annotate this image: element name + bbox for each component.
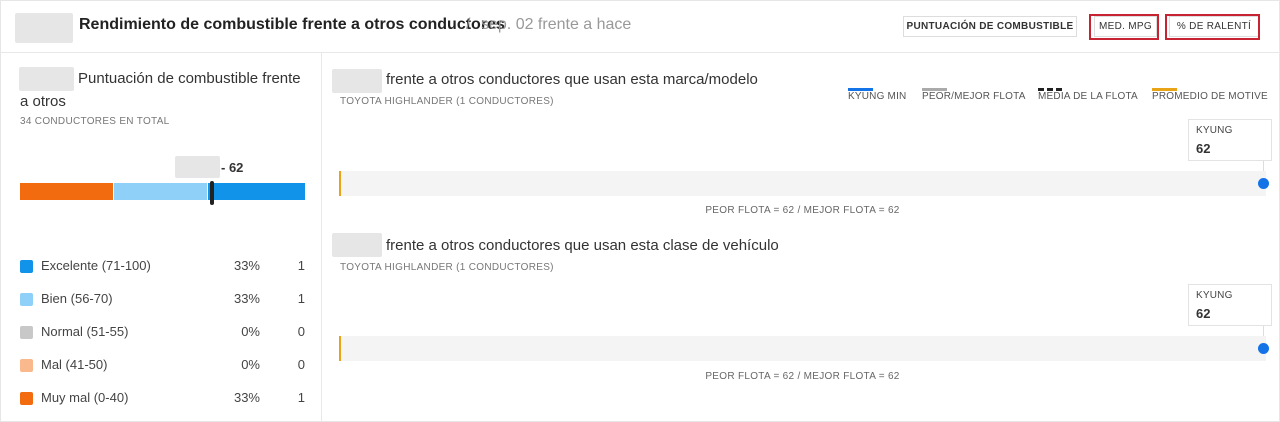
comparison-track bbox=[339, 336, 1266, 361]
fuel-score-summary: Puntuación de combustible frente a otros… bbox=[1, 53, 322, 422]
legend-text: MEDIA DE LA FLOTA bbox=[1038, 91, 1138, 102]
legend-swatch bbox=[20, 260, 33, 273]
driver-name-label: KYUNG bbox=[1196, 125, 1233, 136]
driver-score-value: 62 bbox=[1196, 141, 1211, 156]
legend-percent: 0% bbox=[241, 324, 260, 339]
section-vehicle-class-subtitle: TOYOTA HIGHLANDER (1 CONDUCTORES) bbox=[340, 262, 554, 273]
section-make-model-subtitle: TOYOTA HIGHLANDER (1 CONDUCTORES) bbox=[340, 96, 554, 107]
section-make-model-title: frente a otros conductores que usan esta… bbox=[386, 71, 758, 88]
legend-line bbox=[922, 88, 947, 91]
motive-average-tick bbox=[339, 336, 341, 361]
motive-average-tick bbox=[339, 171, 341, 196]
legend-count: 1 bbox=[297, 258, 305, 273]
legend-row: Mal (41-50) 0% 0 bbox=[20, 357, 305, 375]
legend-count: 0 bbox=[297, 324, 305, 339]
legend-swatch bbox=[20, 293, 33, 306]
highlight-box-idle-percent bbox=[1165, 14, 1260, 40]
legend-count: 1 bbox=[297, 390, 305, 405]
redacted-driver-name bbox=[15, 13, 73, 43]
legend-text: KYUNG MIN bbox=[848, 91, 907, 102]
legend-line bbox=[1038, 88, 1063, 91]
fuel-performance-panel: Rendimiento de combustible frente a otro… bbox=[0, 0, 1280, 422]
legend-line bbox=[848, 88, 873, 91]
score-bar-segment bbox=[208, 183, 305, 200]
legend-count: 1 bbox=[297, 291, 305, 306]
legend-percent: 33% bbox=[233, 390, 260, 405]
legend-swatch bbox=[20, 326, 33, 339]
legend-row: Bien (56-70) 33% 1 bbox=[20, 291, 305, 309]
legend-label: Muy mal (0-40) bbox=[41, 390, 129, 405]
fleet-range-caption: PEOR FLOTA = 62 / MEJOR FLOTA = 62 bbox=[705, 371, 900, 382]
legend-item: MEDIA DE LA FLOTA bbox=[1038, 88, 1138, 102]
legend-text: PROMEDIO DE MOTIVE bbox=[1152, 91, 1268, 102]
driver-score-callout: KYUNG 62 bbox=[1188, 284, 1272, 326]
legend-percent: 0% bbox=[241, 357, 260, 372]
score-bar-segment bbox=[114, 183, 207, 200]
tab-fuel-score[interactable]: PUNTUACIÓN DE COMBUSTIBLE bbox=[903, 16, 1077, 37]
legend-swatch bbox=[20, 392, 33, 405]
redacted-driver-name bbox=[332, 69, 382, 93]
fleet-range-caption: PEOR FLOTA = 62 / MEJOR FLOTA = 62 bbox=[705, 205, 900, 216]
driver-score-dot bbox=[1258, 178, 1269, 189]
summary-title-continued: a otros bbox=[20, 93, 66, 110]
driver-score-callout: KYUNG 62 bbox=[1188, 119, 1272, 161]
legend-percent: 33% bbox=[233, 258, 260, 273]
date-range-subtitle: sep. 02 frente a hace bbox=[481, 16, 632, 33]
legend-row: Muy mal (0-40) 33% 1 bbox=[20, 390, 305, 408]
panel-header: Rendimiento de combustible frente a otro… bbox=[1, 1, 1280, 53]
legend-swatch bbox=[20, 359, 33, 372]
legend-label: Excelente (71-100) bbox=[41, 258, 151, 273]
summary-title: Puntuación de combustible frente bbox=[78, 70, 301, 87]
title-separator: / bbox=[466, 16, 471, 33]
driver-score-label: - 62 bbox=[221, 160, 244, 175]
score-bar-segment bbox=[20, 183, 113, 200]
legend-text: PEOR/MEJOR FLOTA bbox=[922, 91, 1026, 102]
legend-label: Mal (41-50) bbox=[41, 357, 108, 372]
legend-row: Excelente (71-100) 33% 1 bbox=[20, 258, 305, 276]
legend-item: KYUNG MIN bbox=[848, 88, 907, 102]
legend-label: Bien (56-70) bbox=[41, 291, 113, 306]
redacted-driver-name bbox=[332, 233, 382, 257]
driver-score-value: 62 bbox=[1196, 306, 1211, 321]
page-title: Rendimiento de combustible frente a otro… bbox=[79, 16, 505, 33]
legend-percent: 33% bbox=[233, 291, 260, 306]
legend-label: Normal (51-55) bbox=[41, 324, 129, 339]
section-vehicle-class-title: frente a otros conductores que usan esta… bbox=[386, 237, 779, 254]
comparison-track bbox=[339, 171, 1266, 196]
driver-score-marker bbox=[210, 181, 214, 205]
legend-item: PEOR/MEJOR FLOTA bbox=[922, 88, 1026, 102]
legend-count: 0 bbox=[297, 357, 305, 372]
driver-score-dot bbox=[1258, 343, 1269, 354]
highlight-box-avg-mpg bbox=[1089, 14, 1159, 40]
redacted-driver-name bbox=[19, 67, 74, 91]
driver-total: 34 CONDUCTORES EN TOTAL bbox=[20, 116, 170, 127]
legend-row: Normal (51-55) 0% 0 bbox=[20, 324, 305, 342]
legend-line bbox=[1152, 88, 1177, 91]
score-distribution-bar bbox=[20, 183, 305, 200]
legend-item: PROMEDIO DE MOTIVE bbox=[1152, 88, 1268, 102]
driver-name-label: KYUNG bbox=[1196, 290, 1233, 301]
redacted-driver-name bbox=[175, 156, 220, 178]
